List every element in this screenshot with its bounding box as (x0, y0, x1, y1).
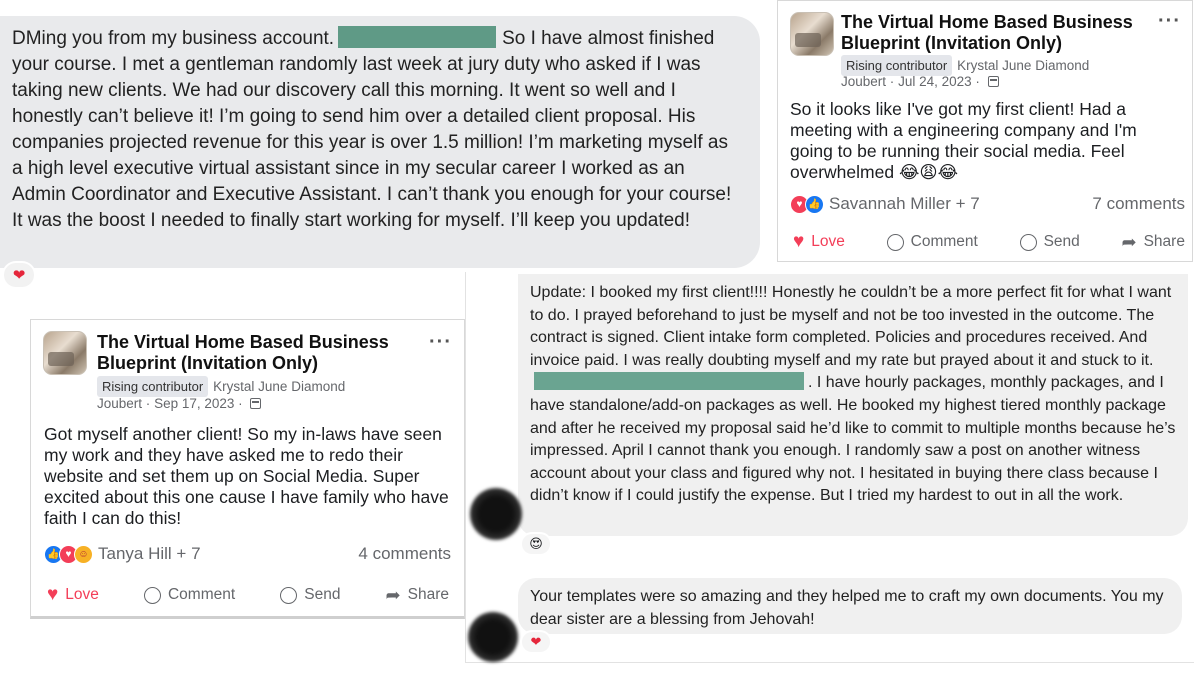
separator: · (145, 396, 151, 411)
separator: · (238, 396, 243, 411)
dm-text-start: DMing you from my business account. (12, 28, 335, 49)
redacted-block (534, 372, 804, 391)
post-card-2: The Virtual Home Based Business Blueprin… (30, 319, 465, 619)
share-button[interactable]: ➦ Share (386, 586, 449, 604)
action-bar: ♥ Love Comment Send ➦ Share (793, 231, 1185, 253)
post-date[interactable]: Sep 17, 2023 (154, 396, 234, 411)
audience-icon (987, 76, 999, 87)
post-text: So it looks like I've got my first clien… (790, 99, 1175, 183)
comment-bubble-icon (143, 586, 161, 604)
send-label: Send (304, 586, 341, 603)
reactors-names[interactable]: Tanya Hill + 7 (98, 544, 201, 564)
share-arrow-icon: ➦ (385, 585, 401, 605)
comments-count[interactable]: 7 comments (1092, 194, 1185, 214)
share-label: Share (1143, 233, 1185, 250)
heart-icon: ❤ (12, 267, 26, 284)
comments-count[interactable]: 4 comments (358, 544, 451, 564)
care-reaction-icon: ☺ (74, 544, 93, 564)
comment-button[interactable]: Comment (886, 233, 978, 251)
love-label: Love (811, 233, 845, 250)
comment-button[interactable]: Comment (143, 586, 236, 604)
group-avatar[interactable] (790, 12, 834, 56)
audience-icon (250, 398, 262, 409)
redacted-block (338, 26, 497, 48)
group-title[interactable]: The Virtual Home Based Business Blueprin… (841, 12, 1141, 54)
group-avatar[interactable] (43, 331, 87, 375)
comment-text-start: Update: I booked my first client!!!! Hon… (530, 284, 1172, 369)
love-button[interactable]: ♥ Love (47, 584, 99, 606)
post-text: Got myself another client! So my in-laws… (44, 424, 449, 528)
dm-heart-reaction[interactable]: ❤ (4, 263, 34, 287)
messenger-icon (1019, 233, 1037, 251)
commenter-avatar[interactable] (470, 488, 522, 540)
reactors-names[interactable]: Savannah Miller + 7 (829, 194, 980, 214)
author-name-cont[interactable]: Joubert (97, 396, 142, 411)
like-reaction-icon: 👍 (805, 194, 824, 214)
post-meta: Joubert · Jul 24, 2023 · (841, 72, 999, 91)
commenter-avatar[interactable] (468, 612, 518, 662)
heart-icon: ❤ (530, 634, 542, 649)
messenger-icon (280, 586, 298, 604)
comment-text: Your templates were so amazing and they … (530, 588, 1164, 628)
dm-message-bubble: DMing you from my business account. So I … (0, 16, 760, 268)
author-name[interactable]: Krystal June Diamond (213, 379, 345, 394)
reactions-row: 👍 ♥ ☺ Tanya Hill + 7 4 comments (44, 544, 451, 564)
comment-update: Update: I booked my first client!!!! Hon… (518, 274, 1188, 536)
post-meta: Joubert · Sep 17, 2023 · (97, 394, 262, 413)
love-label: Love (65, 586, 99, 603)
comment-label: Comment (910, 233, 978, 250)
share-arrow-icon: ➦ (1121, 232, 1137, 252)
share-button[interactable]: ➦ Share (1122, 233, 1185, 251)
group-title[interactable]: The Virtual Home Based Business Blueprin… (97, 332, 407, 374)
separator: · (975, 74, 980, 89)
author-name-cont[interactable]: Joubert (841, 74, 886, 89)
action-bar: ♥ Love Comment Send ➦ Share (47, 584, 449, 606)
share-label: Share (407, 586, 449, 603)
more-options-icon[interactable]: ··· (429, 331, 452, 354)
send-button[interactable]: Send (1019, 233, 1080, 251)
heart-eyes-reaction[interactable]: 😍 (522, 534, 550, 554)
reactions-row: ♥ 👍 Savannah Miller + 7 7 comments (790, 194, 1185, 214)
more-options-icon[interactable]: ··· (1158, 10, 1181, 33)
dm-text-rest: So I have almost finished your course. I… (12, 28, 732, 231)
separator: · (889, 74, 895, 89)
send-button[interactable]: Send (280, 586, 340, 604)
post-body: So it looks like I've got my first clien… (790, 99, 1137, 182)
send-label: Send (1043, 233, 1080, 250)
heart-reaction[interactable]: ❤ (522, 632, 550, 652)
comment-label: Comment (167, 586, 236, 603)
post-date[interactable]: Jul 24, 2023 (898, 74, 972, 89)
emoji-faces: 😂😩😂 (898, 162, 959, 182)
author-name[interactable]: Krystal June Diamond (957, 58, 1089, 73)
heart-icon: ♥ (47, 584, 59, 605)
comment-bubble-icon (886, 233, 904, 251)
comment-thanks: Your templates were so amazing and they … (518, 578, 1182, 634)
love-button[interactable]: ♥ Love (793, 231, 845, 253)
post-card-1: The Virtual Home Based Business Blueprin… (777, 0, 1193, 262)
comment-text-rest: . I have hourly packages, monthly packag… (530, 374, 1176, 505)
heart-eyes-icon: 😍 (529, 536, 543, 551)
heart-icon: ♥ (793, 231, 805, 252)
